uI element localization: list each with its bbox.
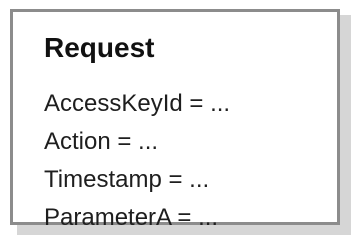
param-line: Action = ... — [44, 128, 159, 155]
param-line: ParameterA = ... — [44, 204, 219, 231]
param-line: Timestamp = ... — [44, 166, 210, 193]
request-box: Request AccessKeyId = ... Action = ... T… — [10, 9, 340, 231]
request-param-list: AccessKeyId = ... Action = ... Timestamp… — [44, 85, 230, 237]
request-title: Request — [44, 32, 155, 63]
param-line: AccessKeyId = ... — [44, 90, 231, 117]
